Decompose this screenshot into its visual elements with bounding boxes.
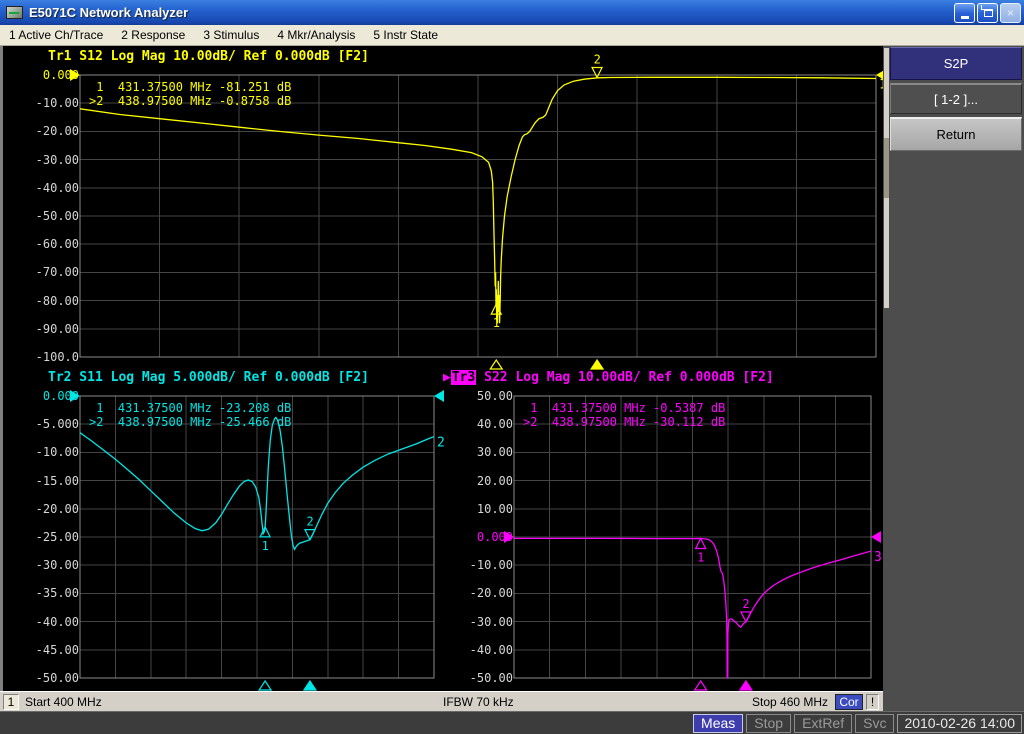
instrument-status-bar: Meas Stop ExtRef Svc 2010-02-26 14:00 bbox=[0, 711, 1024, 734]
svg-text:2: 2 bbox=[594, 52, 601, 66]
title-bar[interactable]: E5071C Network Analyzer × bbox=[0, 0, 1024, 25]
reference-level-marker-left[interactable] bbox=[70, 390, 80, 402]
stimulus-marker-1[interactable] bbox=[259, 681, 271, 690]
menu-stimulus[interactable]: 3 Stimulus bbox=[194, 25, 268, 45]
restore-button[interactable] bbox=[977, 3, 998, 23]
extref-status-badge: ExtRef bbox=[794, 714, 852, 733]
minimize-button[interactable] bbox=[954, 3, 975, 23]
menu-instr-state[interactable]: 5 Instr State bbox=[364, 25, 447, 45]
stimulus-marker-2[interactable] bbox=[304, 681, 316, 690]
reference-level-marker-right[interactable] bbox=[871, 531, 881, 543]
menu-mkr-analysis[interactable]: 4 Mkr/Analysis bbox=[268, 25, 364, 45]
svc-status-badge: Svc bbox=[855, 714, 894, 733]
marker-1-symbol[interactable]: 1 bbox=[696, 539, 706, 565]
stop-status-badge: Stop bbox=[746, 714, 791, 733]
svg-text:2: 2 bbox=[306, 515, 313, 529]
trace1-marker-readout: 1 431.37500 MHz -81.251 dB >2 438.97500 … bbox=[89, 80, 291, 108]
ifbw-readout: IFBW 70 kHz bbox=[443, 695, 514, 709]
trace3-marker-readout: 1 431.37500 MHz -0.5387 dB >2 438.97500 … bbox=[523, 401, 725, 429]
marker-2-symbol[interactable]: 2 bbox=[741, 597, 751, 622]
stop-frequency: Stop 460 MHz bbox=[752, 695, 828, 709]
reference-level-marker-left[interactable] bbox=[504, 531, 514, 543]
menu-bar: 1 Active Ch/Trace 2 Response 3 Stimulus … bbox=[0, 25, 1024, 46]
minimize-icon bbox=[961, 16, 969, 19]
svg-text:2: 2 bbox=[742, 597, 749, 611]
menu-response[interactable]: 2 Response bbox=[112, 25, 194, 45]
trace-end-number: 3 bbox=[874, 550, 882, 565]
restore-icon bbox=[984, 9, 993, 17]
active-trace-arrow-icon: ▶ bbox=[443, 370, 451, 385]
app-icon bbox=[6, 6, 23, 19]
svg-text:1: 1 bbox=[697, 551, 704, 565]
start-frequency: Start 400 MHz bbox=[25, 695, 102, 709]
channel-number: 1 bbox=[3, 694, 19, 710]
trace2-marker-readout: 1 431.37500 MHz -23.208 dB >2 438.97500 … bbox=[89, 401, 291, 429]
application-window: E5071C Network Analyzer × 1 Active Ch/Tr… bbox=[0, 0, 1024, 734]
marker-2-symbol[interactable]: 2 bbox=[592, 52, 602, 77]
stimulus-marker-2[interactable] bbox=[740, 681, 752, 690]
stimulus-marker-1[interactable] bbox=[490, 360, 502, 369]
softkey-menu-title: S2P bbox=[890, 47, 1022, 80]
meas-status-badge: Meas bbox=[693, 714, 743, 733]
reference-level-marker-left[interactable] bbox=[70, 69, 80, 81]
instrument-screen: Tr1 S12 Log Mag 10.00dB/ Ref 0.000dB [F2… bbox=[0, 46, 883, 691]
softkey-1-2-button[interactable]: [ 1-2 ]... bbox=[890, 83, 1022, 114]
correction-badge: Cor bbox=[835, 694, 863, 710]
svg-text:1: 1 bbox=[262, 539, 269, 553]
datetime-readout: 2010-02-26 14:00 bbox=[897, 714, 1022, 733]
marker-2-symbol[interactable]: 2 bbox=[305, 515, 315, 540]
softkey-scrollbar[interactable] bbox=[884, 48, 889, 308]
stimulus-marker-2[interactable] bbox=[591, 360, 603, 369]
softkey-sidebar: S2P [ 1-2 ]... Return bbox=[883, 46, 1024, 711]
active-trace-token: Tr3 bbox=[451, 370, 476, 385]
menu-active-ch-trace[interactable]: 1 Active Ch/Trace bbox=[0, 25, 112, 45]
stimulus-marker-1[interactable] bbox=[695, 681, 707, 690]
window-title: E5071C Network Analyzer bbox=[29, 5, 188, 20]
channel-status-bar: 1 Start 400 MHz IFBW 70 kHz Stop 460 MHz… bbox=[0, 691, 883, 711]
svg-text:1: 1 bbox=[493, 316, 500, 330]
warning-badge: ! bbox=[866, 694, 879, 710]
close-button[interactable]: × bbox=[1000, 3, 1021, 23]
softkey-return-button[interactable]: Return bbox=[890, 117, 1022, 151]
